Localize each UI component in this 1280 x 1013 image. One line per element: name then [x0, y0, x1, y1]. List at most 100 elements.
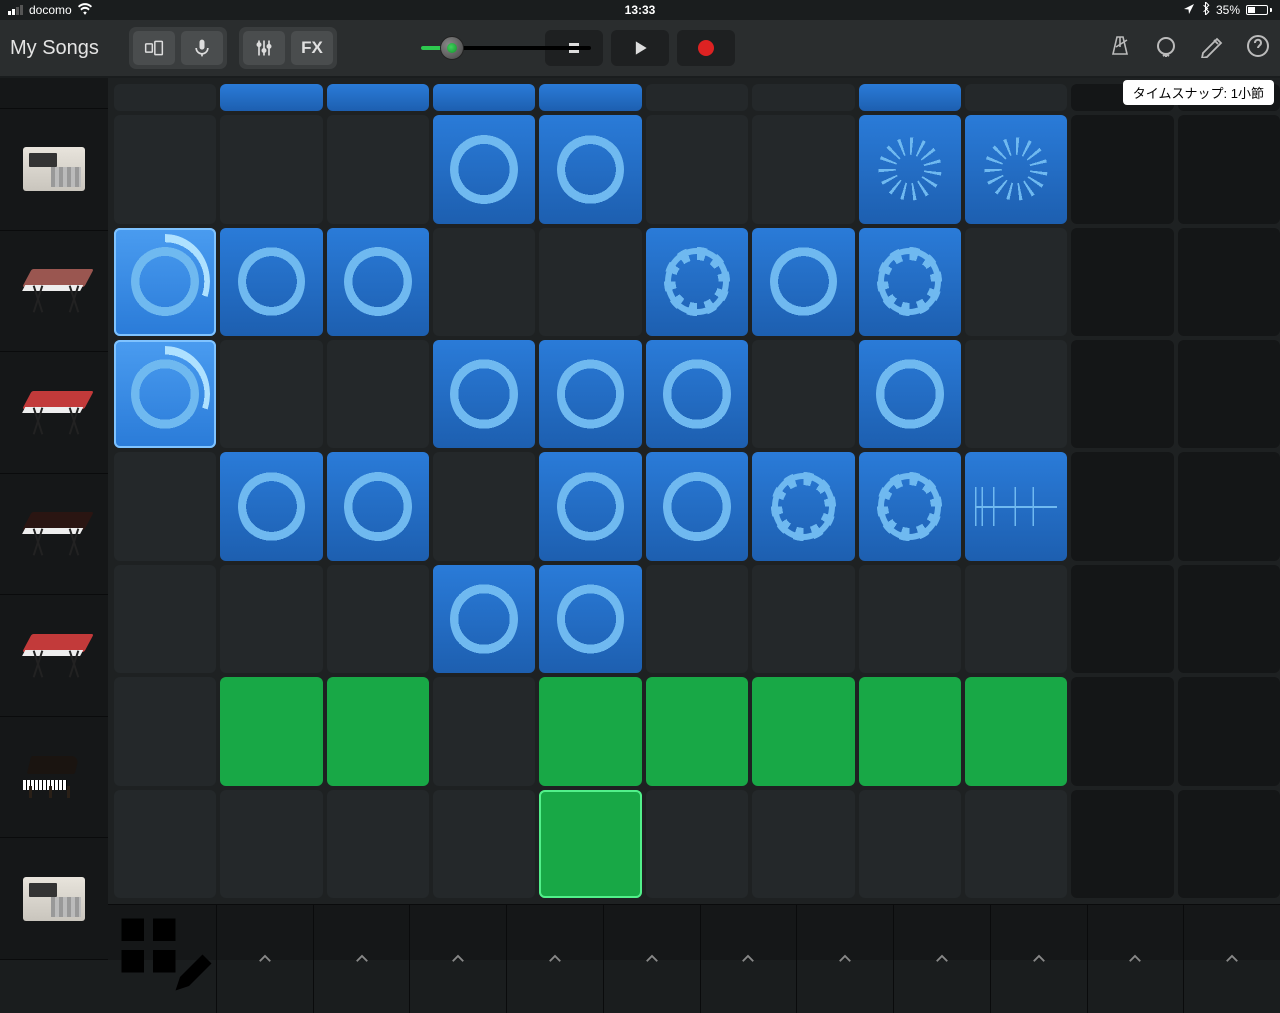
loop-cell[interactable]	[1178, 565, 1280, 673]
loop-cell[interactable]	[965, 452, 1067, 560]
track-header-2[interactable]	[0, 231, 108, 353]
loop-cell[interactable]	[327, 340, 429, 448]
loop-cell[interactable]	[433, 115, 535, 223]
loop-cell[interactable]	[114, 565, 216, 673]
loop-cell[interactable]	[1071, 115, 1173, 223]
fx-button[interactable]: FX	[291, 31, 333, 65]
column-trigger[interactable]	[796, 905, 893, 1013]
loop-cell[interactable]	[114, 115, 216, 223]
loop-cell[interactable]	[752, 84, 854, 111]
loop-cell[interactable]	[327, 228, 429, 336]
loop-cell[interactable]	[220, 228, 322, 336]
track-header-3[interactable]	[0, 352, 108, 474]
loop-cell[interactable]	[859, 228, 961, 336]
track-header-1[interactable]	[0, 109, 108, 231]
help-button[interactable]	[1246, 34, 1270, 63]
loop-cell[interactable]	[965, 565, 1067, 673]
loop-cell[interactable]	[1178, 228, 1280, 336]
column-trigger[interactable]	[893, 905, 990, 1013]
loop-cell[interactable]	[859, 84, 961, 111]
grid-edit-button[interactable]	[108, 905, 216, 1013]
loop-cell[interactable]	[433, 228, 535, 336]
songs-button[interactable]: My Songs	[10, 37, 99, 60]
loop-cell[interactable]	[539, 115, 641, 223]
loop-cell[interactable]	[433, 84, 535, 111]
loop-cell[interactable]	[1178, 115, 1280, 223]
loop-cell[interactable]	[646, 677, 748, 785]
loop-cell[interactable]	[114, 228, 216, 336]
loop-cell[interactable]	[965, 790, 1067, 898]
loop-cell[interactable]	[220, 115, 322, 223]
loop-cell[interactable]	[220, 84, 322, 111]
loop-cell[interactable]	[752, 340, 854, 448]
loop-cell[interactable]	[539, 452, 641, 560]
loop-cell[interactable]	[539, 84, 641, 111]
loop-cell[interactable]	[859, 790, 961, 898]
metronome-button[interactable]	[1108, 34, 1132, 63]
loop-cell[interactable]	[433, 452, 535, 560]
loop-cell[interactable]	[859, 452, 961, 560]
loop-cell[interactable]	[327, 565, 429, 673]
loop-cell[interactable]	[327, 115, 429, 223]
loop-cell[interactable]	[1071, 565, 1173, 673]
loop-cell[interactable]	[539, 340, 641, 448]
loop-cell[interactable]	[859, 677, 961, 785]
loop-cell[interactable]	[859, 340, 961, 448]
loop-cell[interactable]	[539, 565, 641, 673]
loop-cell[interactable]	[646, 452, 748, 560]
loop-cell[interactable]	[220, 677, 322, 785]
master-volume-slider[interactable]	[421, 46, 591, 50]
loop-cell[interactable]	[965, 677, 1067, 785]
loop-cell[interactable]	[965, 340, 1067, 448]
loop-button[interactable]	[1154, 34, 1178, 63]
loop-cell[interactable]	[327, 677, 429, 785]
loop-cell[interactable]	[965, 228, 1067, 336]
play-button[interactable]	[611, 30, 669, 66]
column-trigger[interactable]	[409, 905, 506, 1013]
loop-cell[interactable]	[859, 565, 961, 673]
loop-cell[interactable]	[114, 340, 216, 448]
loop-cell[interactable]	[539, 677, 641, 785]
loop-cell[interactable]	[327, 84, 429, 111]
loop-cell[interactable]	[114, 677, 216, 785]
loop-cell[interactable]	[433, 565, 535, 673]
loop-cell[interactable]	[539, 228, 641, 336]
loop-cell[interactable]	[114, 790, 216, 898]
loop-cell[interactable]	[220, 790, 322, 898]
loop-cell[interactable]	[433, 340, 535, 448]
loop-cell[interactable]	[1178, 452, 1280, 560]
loop-cell[interactable]	[1178, 677, 1280, 785]
loop-cell[interactable]	[433, 677, 535, 785]
loop-cell[interactable]	[752, 452, 854, 560]
track-header-7[interactable]	[0, 838, 108, 960]
column-trigger[interactable]	[1087, 905, 1184, 1013]
loop-cell[interactable]	[646, 340, 748, 448]
loop-cell[interactable]	[646, 228, 748, 336]
loop-cell[interactable]	[327, 790, 429, 898]
loop-cell[interactable]	[752, 228, 854, 336]
loop-cell[interactable]	[752, 677, 854, 785]
loop-cell[interactable]	[220, 340, 322, 448]
loop-cell[interactable]	[1071, 790, 1173, 898]
column-trigger[interactable]	[603, 905, 700, 1013]
loop-cell[interactable]	[646, 790, 748, 898]
track-header-partial[interactable]	[0, 78, 108, 109]
record-button[interactable]	[677, 30, 735, 66]
loop-cell[interactable]	[1178, 790, 1280, 898]
loop-cell[interactable]	[646, 84, 748, 111]
loop-cell[interactable]	[433, 790, 535, 898]
column-trigger[interactable]	[1183, 905, 1280, 1013]
loop-cell[interactable]	[1178, 340, 1280, 448]
loop-cell[interactable]	[114, 452, 216, 560]
loop-cell[interactable]	[859, 115, 961, 223]
loop-cell[interactable]	[220, 452, 322, 560]
loop-cell[interactable]	[539, 790, 641, 898]
column-trigger[interactable]	[506, 905, 603, 1013]
column-trigger[interactable]	[313, 905, 410, 1013]
loop-cell[interactable]	[646, 565, 748, 673]
track-header-5[interactable]	[0, 595, 108, 717]
column-trigger[interactable]	[216, 905, 313, 1013]
loop-cell[interactable]	[327, 452, 429, 560]
loop-cell[interactable]	[965, 84, 1067, 111]
track-header-6[interactable]	[0, 717, 108, 839]
